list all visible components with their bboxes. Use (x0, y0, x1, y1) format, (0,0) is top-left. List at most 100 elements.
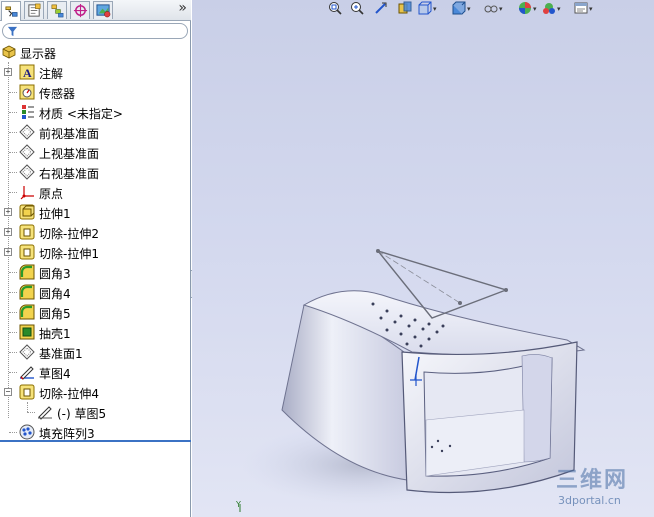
sketch-centerline (377, 250, 461, 304)
cut-extrude-icon (19, 384, 35, 400)
tree-item-fillet4[interactable]: 圆角4 (0, 282, 190, 302)
tree-guide-line (9, 332, 17, 333)
monitor-shell-model[interactable] (192, 0, 654, 517)
plane-icon (19, 164, 35, 180)
plane-icon (19, 344, 35, 360)
tree-item-label: 拉伸1 (39, 207, 71, 221)
tree-item-extrude1[interactable]: + 拉伸1 (0, 202, 190, 222)
tree-guide-line (9, 372, 17, 373)
tree-item-fillet5[interactable]: 圆角5 (0, 302, 190, 322)
inner-wall (521, 354, 553, 463)
tree-item-plane1[interactable]: 基准面1 (0, 342, 190, 362)
tree-item-label: 圆角4 (39, 287, 71, 301)
tree-guide-line (9, 152, 17, 153)
rollback-bar[interactable] (0, 440, 191, 442)
tree-item-sketch5[interactable]: (-) 草图5 (0, 402, 190, 422)
tree-guide-line (9, 92, 17, 93)
display-manager-tab[interactable] (93, 1, 113, 19)
tree-item-label: 切除-拉伸1 (39, 247, 99, 261)
origin-icon (19, 184, 35, 200)
tree-guide-line (9, 352, 17, 353)
feature-manager-tab[interactable] (1, 1, 21, 21)
triad-y-label: Y (236, 500, 241, 509)
sketch-point (376, 249, 380, 253)
tree-item-label: 切除-拉伸4 (39, 387, 99, 401)
tree-item-material[interactable]: 材质 <未指定> (0, 102, 190, 122)
tree-item-sketch4[interactable]: 草图4 (0, 362, 190, 382)
graphics-viewport[interactable]: ▾ ▾ ▾ ▾ ▾ ▾ Y 三维网 3dportal.cn (192, 0, 654, 517)
tree-guide-line (9, 132, 17, 133)
tree-guide-line (9, 272, 17, 273)
tree-item-label: 前视基准面 (39, 127, 100, 141)
tree-guide-line (27, 412, 35, 413)
tree-item-cut-extrude2[interactable]: + 切除-拉伸2 (0, 222, 190, 242)
tree-item-label: 注解 (39, 67, 64, 81)
filter-funnel-icon (7, 26, 18, 37)
tree-item-top-plane[interactable]: 上视基准面 (0, 142, 190, 162)
tree-guide-line (9, 192, 17, 193)
tree-item-label: (-) 草图5 (57, 407, 107, 421)
expand-toggle[interactable]: + (4, 228, 12, 236)
svg-text:A: A (23, 66, 32, 80)
tree-item-label: 抽壳1 (39, 327, 71, 341)
tree-root[interactable]: 显示器 (0, 42, 190, 62)
tree-item-fill-pattern3[interactable]: 填充阵列3 (0, 422, 190, 442)
fill-pattern-icon (19, 424, 35, 440)
tree-item-label: 草图4 (39, 367, 71, 381)
tree-root-label: 显示器 (20, 47, 57, 61)
tree-item-front-plane[interactable]: 前视基准面 (0, 122, 190, 142)
expand-toggle[interactable]: + (4, 68, 12, 76)
tree-item-origin[interactable]: 原点 (0, 182, 190, 202)
fillet-icon (19, 304, 35, 320)
sensors-icon (19, 84, 35, 100)
dimxpert-manager-tab[interactable] (70, 1, 90, 19)
manager-tab-bar: » (0, 0, 191, 21)
tree-guide-line (9, 312, 17, 313)
tree-guide-line (9, 112, 17, 113)
tree-item-label: 基准面1 (39, 347, 83, 361)
tree-item-label: 原点 (39, 187, 64, 201)
feature-tree-icon (5, 6, 17, 17)
tree-filter-input[interactable] (2, 23, 188, 39)
part-icon (2, 44, 18, 60)
shell-icon (19, 324, 35, 340)
tree-item-shell1[interactable]: 抽壳1 (0, 322, 190, 342)
feature-manager-panel: » 显示器 + A 注解 传感器 材质 <未指定> 前视基准面 上视基准面 右视… (0, 0, 191, 517)
sketch-point (458, 301, 462, 305)
property-manager-icon (27, 3, 40, 17)
sketch-point (504, 288, 508, 292)
tree-item-cut-extrude4[interactable]: − 切除-拉伸4 (0, 382, 190, 402)
fillet-icon (19, 264, 35, 280)
extrude-icon (19, 204, 35, 220)
tree-guide-line (9, 292, 17, 293)
configuration-manager-tab[interactable] (47, 1, 67, 19)
tree-item-label: 切除-拉伸2 (39, 227, 99, 241)
collapse-toggle[interactable]: − (4, 388, 12, 396)
annotations-icon: A (19, 64, 35, 80)
dimxpert-icon (73, 3, 87, 18)
cut-extrude-icon (19, 224, 35, 240)
sketch-icon (19, 364, 35, 380)
watermark-url: 3dportal.cn (558, 494, 621, 507)
expand-toggle[interactable]: + (4, 248, 12, 256)
property-manager-tab[interactable] (24, 1, 44, 19)
tree-item-label: 圆角5 (39, 307, 71, 321)
cut-extrude-icon (19, 244, 35, 260)
tree-item-sensors[interactable]: 传感器 (0, 82, 190, 102)
watermark-title: 三维网 (556, 468, 629, 493)
expand-toggle[interactable]: + (4, 208, 12, 216)
sketch-icon (37, 404, 53, 420)
tree-item-label: 上视基准面 (39, 147, 100, 161)
tree-item-label: 圆角3 (39, 267, 71, 281)
tree-item-fillet3[interactable]: 圆角3 (0, 262, 190, 282)
more-tabs-chevron-icon[interactable]: » (178, 0, 187, 16)
plane-icon (19, 124, 35, 140)
display-manager-icon (95, 4, 110, 18)
tree-item-label: 传感器 (39, 87, 76, 101)
tree-guide-line (27, 402, 28, 412)
plane-icon (19, 144, 35, 160)
material-icon (19, 104, 35, 120)
tree-item-annotations[interactable]: + A 注解 (0, 62, 190, 82)
tree-item-right-plane[interactable]: 右视基准面 (0, 162, 190, 182)
tree-item-cut-extrude1[interactable]: + 切除-拉伸1 (0, 242, 190, 262)
